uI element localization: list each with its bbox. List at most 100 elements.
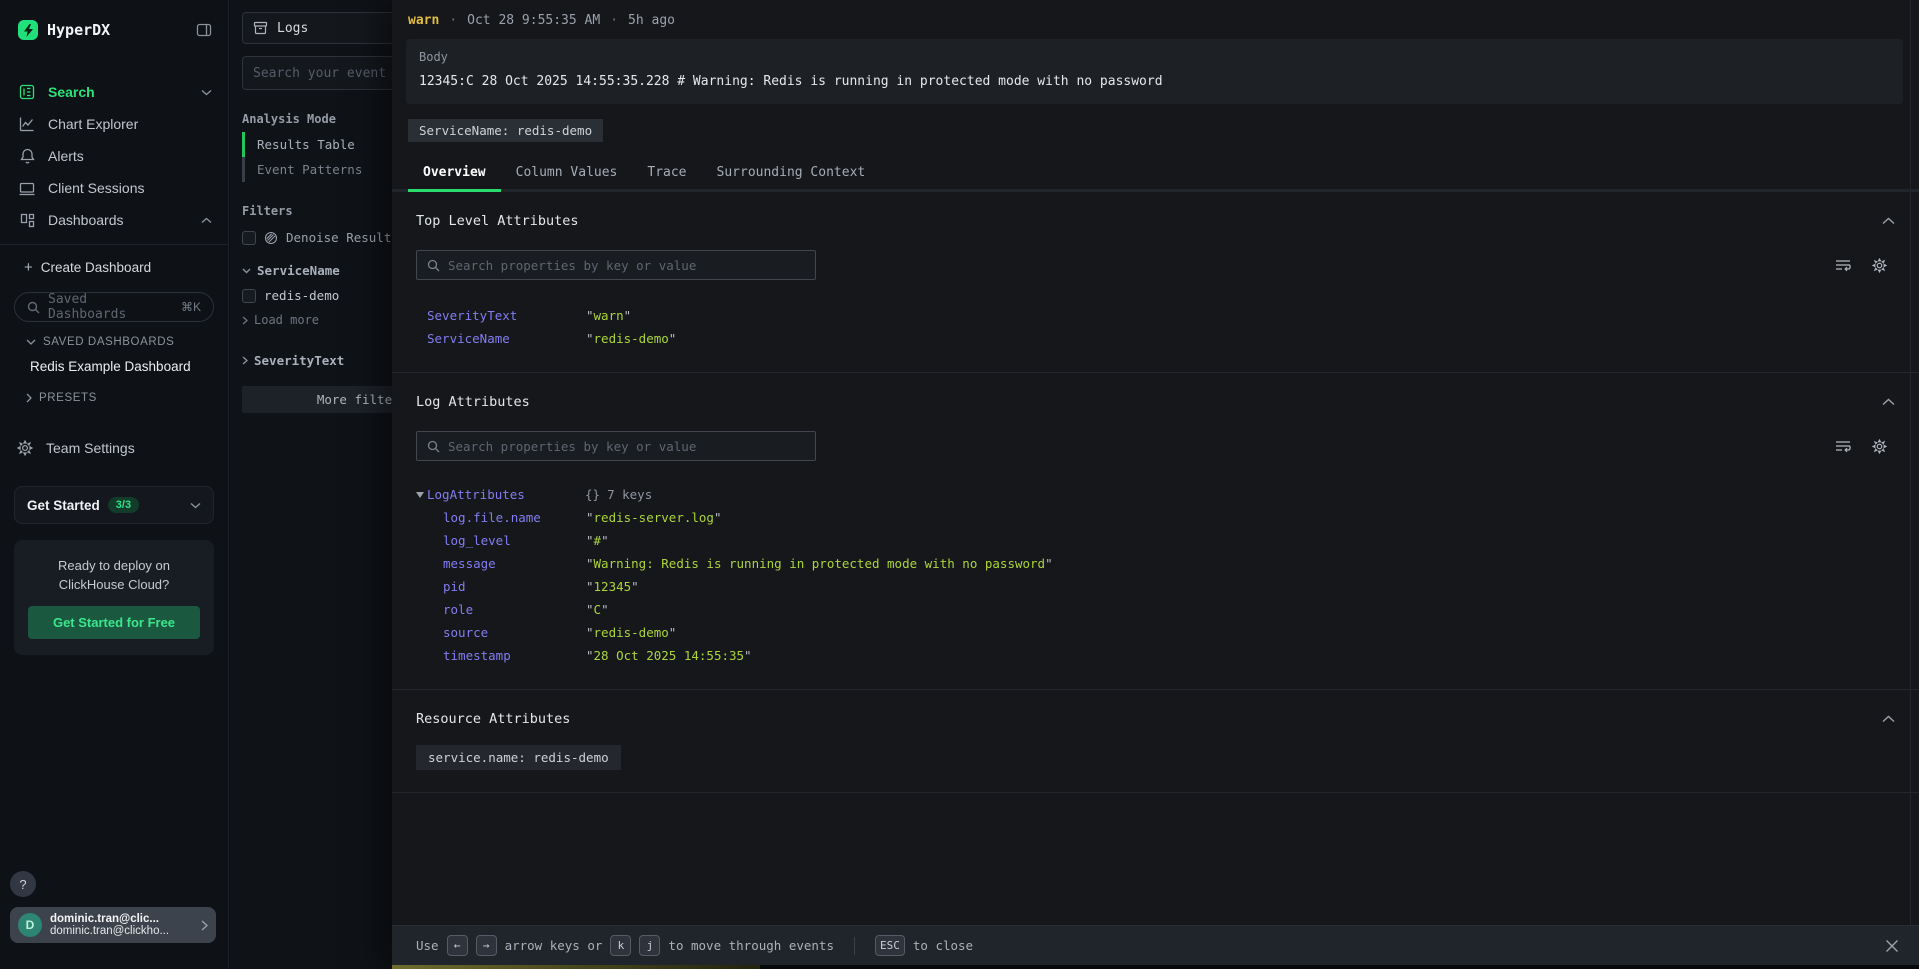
attribute-key[interactable]: SeverityText	[416, 304, 586, 327]
get-started-card[interactable]: Get Started 3/3	[14, 486, 214, 524]
presets-section-toggle[interactable]: PRESETS	[0, 378, 228, 406]
team-settings-button[interactable]: Team Settings	[0, 432, 228, 464]
attribute-key[interactable]: source	[416, 621, 586, 644]
severity-level: warn	[408, 13, 439, 28]
chevron-up-icon[interactable]	[1882, 398, 1895, 406]
service-name-tag[interactable]: ServiceName: redis-demo	[408, 119, 603, 142]
denoise-icon	[264, 231, 278, 245]
caret-down-icon[interactable]	[416, 492, 424, 498]
facet-label: SeverityText	[254, 353, 344, 368]
monitor-icon	[18, 181, 36, 196]
bell-icon	[18, 148, 36, 164]
attribute-value[interactable]: "#"	[586, 529, 609, 552]
question-mark-icon: ?	[19, 877, 26, 892]
tab-overview[interactable]: Overview	[408, 157, 501, 189]
attribute-row[interactable]: log.file.name "redis-server.log"	[416, 506, 1895, 529]
attribute-row[interactable]: pid "12345"	[416, 575, 1895, 598]
promo-line-2: ClickHouse Cloud?	[28, 575, 200, 594]
attribute-value[interactable]: "warn"	[586, 304, 631, 327]
scrollbar-track[interactable]	[1910, 0, 1911, 925]
chevron-down-icon	[190, 502, 201, 509]
gear-icon[interactable]	[1872, 439, 1887, 454]
top-level-attributes-section: Top Level Attributes	[392, 192, 1919, 373]
arrow-right-keycap: →	[476, 935, 497, 956]
j-keycap: j	[639, 935, 660, 956]
attribute-row[interactable]: ServiceName "redis-demo"	[416, 327, 1895, 350]
close-icon[interactable]	[1885, 939, 1899, 953]
chevron-up-icon[interactable]	[1882, 715, 1895, 723]
sidebar-item-search[interactable]: Search	[0, 76, 228, 108]
gear-icon[interactable]	[1872, 258, 1887, 273]
footer-hint: Use	[416, 938, 439, 953]
attribute-value[interactable]: "28 Oct 2025 14:55:35"	[586, 644, 752, 667]
attribute-key[interactable]: log.file.name	[416, 506, 586, 529]
attribute-row[interactable]: source "redis-demo"	[416, 621, 1895, 644]
saved-dashboards-section-toggle[interactable]: SAVED DASHBOARDS	[0, 322, 228, 350]
attribute-row[interactable]: role "C"	[416, 598, 1895, 621]
separator-dot: ·	[610, 13, 618, 28]
property-search-input[interactable]	[448, 258, 805, 273]
attribute-value[interactable]: "Warning: Redis is running in protected …	[586, 552, 1053, 575]
sidebar: HyperDX Search Chart Explorer	[0, 0, 229, 969]
create-dashboard-button[interactable]: + Create Dashboard	[0, 245, 228, 282]
sidebar-collapse-icon[interactable]	[196, 22, 212, 38]
sidebar-item-dashboards[interactable]: Dashboards	[0, 204, 228, 236]
logattributes-group-row[interactable]: LogAttributes {}7 keys	[416, 483, 1895, 506]
braces-icon: {}	[585, 487, 600, 502]
load-more-label: Load more	[254, 313, 319, 327]
attribute-value[interactable]: "redis-server.log"	[586, 506, 721, 529]
footer-hint: to close	[913, 938, 973, 953]
chevron-right-icon	[201, 920, 208, 931]
attribute-key[interactable]: log_level	[416, 529, 586, 552]
saved-search-placeholder: Saved Dashboards	[48, 292, 173, 322]
get-started-free-button[interactable]: Get Started for Free	[28, 606, 200, 639]
denoise-label: Denoise Results	[286, 230, 399, 245]
clickhouse-cloud-promo: Ready to deploy on ClickHouse Cloud? Get…	[14, 540, 214, 655]
attribute-row[interactable]: timestamp "28 Oct 2025 14:55:35"	[416, 644, 1895, 667]
tab-surrounding-context[interactable]: Surrounding Context	[702, 157, 881, 189]
checkbox[interactable]	[242, 289, 256, 303]
section-title: Resource Attributes	[416, 711, 570, 727]
attribute-key[interactable]: ServiceName	[416, 327, 586, 350]
attribute-key[interactable]: message	[416, 552, 586, 575]
app-title: HyperDX	[47, 21, 187, 39]
sidebar-item-alerts[interactable]: Alerts	[0, 140, 228, 172]
wrap-lines-icon[interactable]	[1835, 258, 1851, 273]
help-button[interactable]: ?	[10, 871, 36, 897]
footer-divider	[854, 937, 855, 955]
detail-scroll-area[interactable]: Top Level Attributes	[392, 192, 1919, 925]
tab-column-values[interactable]: Column Values	[501, 157, 633, 189]
sidebar-item-label: Dashboards	[48, 212, 124, 228]
search-icon	[427, 259, 440, 272]
saved-dashboards-search[interactable]: Saved Dashboards ⌘K	[14, 292, 214, 322]
chevron-up-icon[interactable]	[1882, 217, 1895, 225]
attribute-value[interactable]: "C"	[586, 598, 609, 621]
attribute-value[interactable]: "12345"	[586, 575, 639, 598]
attribute-key[interactable]: pid	[416, 575, 586, 598]
attribute-value[interactable]: "redis-demo"	[586, 621, 676, 644]
checkbox[interactable]	[242, 231, 256, 245]
attribute-key[interactable]: timestamp	[416, 644, 586, 667]
tab-trace[interactable]: Trace	[632, 157, 701, 189]
log-attributes-section: Log Attributes	[392, 373, 1919, 690]
wrap-lines-icon[interactable]	[1835, 439, 1851, 454]
resource-service-tag[interactable]: service.name: redis-demo	[416, 745, 621, 770]
sidebar-item-client-sessions[interactable]: Client Sessions	[0, 172, 228, 204]
avatar: D	[18, 913, 42, 937]
body-label: Body	[419, 50, 1890, 64]
attribute-value[interactable]: "redis-demo"	[586, 327, 676, 350]
property-search-input[interactable]	[448, 439, 805, 454]
log-body-text: 12345:C 28 Oct 2025 14:55:35.228 # Warni…	[419, 74, 1890, 89]
attribute-row[interactable]: message "Warning: Redis is running in pr…	[416, 552, 1895, 575]
attribute-key[interactable]: role	[416, 598, 586, 621]
sidebar-item-label: Alerts	[48, 148, 84, 164]
attribute-row[interactable]: SeverityText "warn"	[416, 304, 1895, 327]
sidebar-item-chart-explorer[interactable]: Chart Explorer	[0, 108, 228, 140]
chevron-down-icon	[242, 268, 251, 274]
grid-icon	[18, 213, 36, 228]
dashboard-link-redis-example[interactable]: Redis Example Dashboard	[0, 350, 228, 378]
attribute-row[interactable]: log_level "#"	[416, 529, 1895, 552]
user-account-button[interactable]: D dominic.tran@clic... dominic.tran@clic…	[10, 907, 216, 943]
property-search-box	[416, 250, 816, 280]
group-key[interactable]: LogAttributes	[427, 483, 585, 506]
